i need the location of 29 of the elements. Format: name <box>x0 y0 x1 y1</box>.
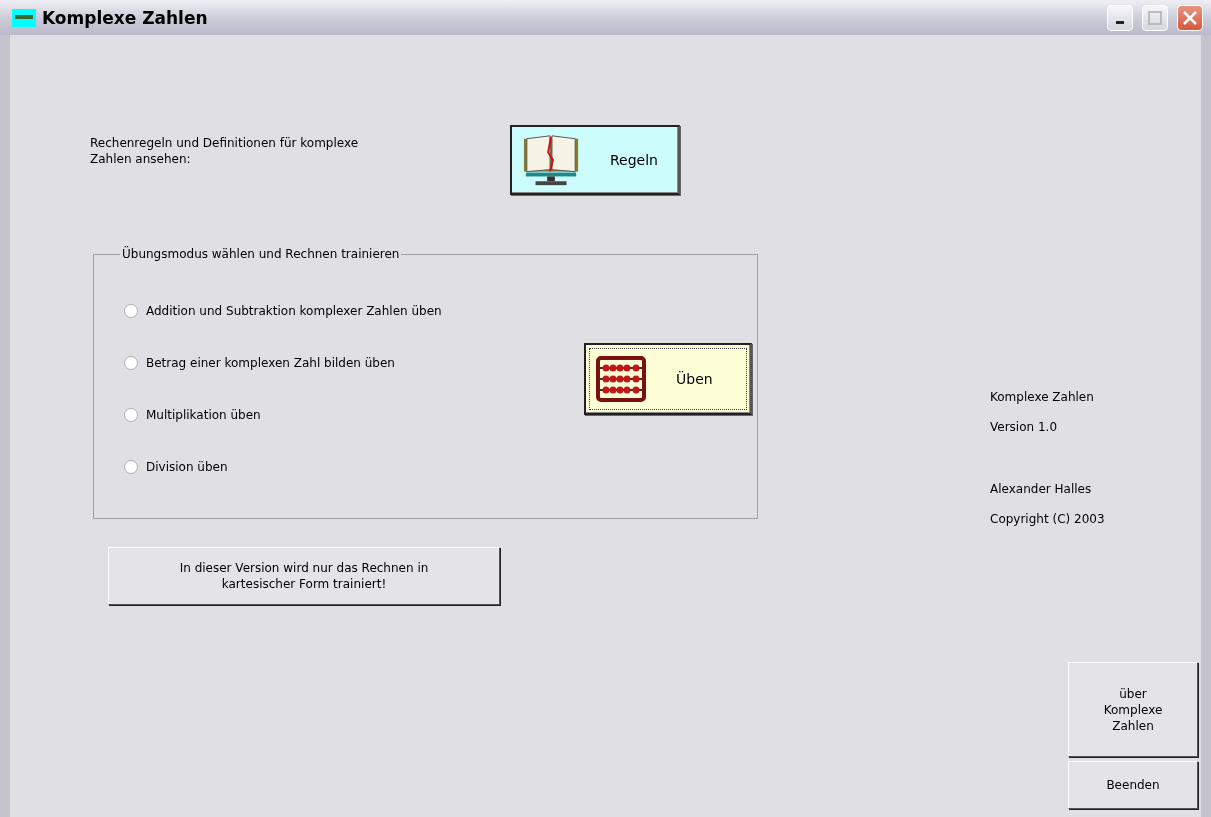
info-text: Alexander Halles <box>990 482 1093 496</box>
radio-option[interactable]: Division üben <box>124 459 584 475</box>
close-button[interactable] <box>1177 4 1203 31</box>
app-icon <box>12 8 36 27</box>
rules-button[interactable]: Regeln <box>510 125 680 195</box>
radio-icon[interactable] <box>124 460 138 474</box>
rules-label: Rechenregeln und Definitionen für komplexe Zahlen ansehen: <box>90 135 360 167</box>
window-title: Komplexe Zahlen <box>42 7 209 28</box>
book-icon <box>522 132 580 188</box>
minimize-button[interactable] <box>1107 4 1133 31</box>
practice-button[interactable]: Üben <box>584 343 752 415</box>
radio-icon[interactable] <box>124 304 138 318</box>
exit-button[interactable]: Beenden <box>1068 761 1198 809</box>
info-text: Version 1.0 <box>990 420 1059 434</box>
radio-icon[interactable] <box>124 408 138 422</box>
radio-option[interactable]: Betrag einer komplexen Zahl bilden üben <box>124 355 584 371</box>
about-button[interactable]: über Komplexe Zahlen <box>1068 662 1198 757</box>
maximize-button[interactable] <box>1142 4 1168 31</box>
radio-option[interactable]: Multiplikation üben <box>124 407 584 423</box>
group-title: Übungsmodus wählen und Rechnen trainieren <box>121 247 401 261</box>
info-text: Komplexe Zahlen <box>990 390 1095 404</box>
note-button[interactable]: In dieser Version wird nur das Rechnen in kartesischer Form trainiert! <box>108 547 500 605</box>
radio-icon[interactable] <box>124 356 138 370</box>
abacus-icon <box>596 356 646 402</box>
maximize-icon <box>1148 10 1162 25</box>
close-icon <box>1182 9 1198 26</box>
minimize-icon <box>1116 21 1124 24</box>
info-text: Copyright (C) 2003 <box>990 512 1106 526</box>
radio-option[interactable]: Addition und Subtraktion komplexer Zahlen üben <box>124 303 584 319</box>
